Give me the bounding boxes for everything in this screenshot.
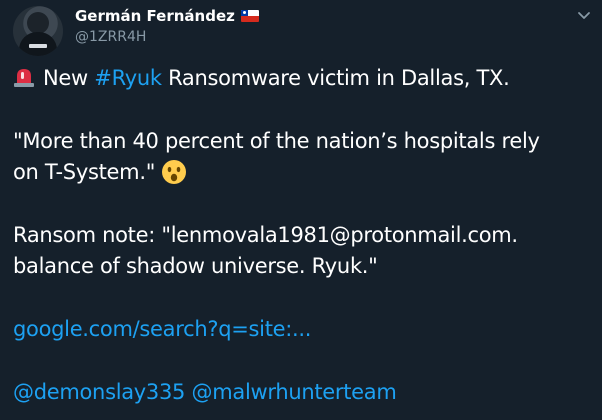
siren-emoji-icon [14,69,34,87]
user-display-name-text: Germán Fernández [75,7,235,25]
avatar[interactable] [13,6,63,56]
tweet-quote-line-2: on T-System." [13,157,598,188]
hashtag-ryuk-link[interactable]: #Ryuk [94,66,162,90]
chile-flag-icon [240,10,259,22]
tweet-headline-rest: Ransomware victim in Dallas, TX. [161,66,510,90]
user-handle[interactable]: @1ZRR4H [75,29,146,45]
tweet-quote-line-2-text: on T-System." [13,160,156,184]
chevron-down-icon[interactable] [576,10,592,22]
user-display-name[interactable]: Germán Fernández [75,7,259,25]
tweet-note-line-2: balance of shadow universe. Ryuk." [13,254,378,278]
tweet-mentions-line: @demonslay335 @malwrhunterteam [13,377,598,408]
tweet-text: New #Ryuk Ransomware victim in Dallas, T… [13,63,598,408]
tweet-note-line-1: Ransom note: "lenmovala1981@protonmail.c… [13,223,518,247]
tweet-line-headline: New #Ryuk Ransomware victim in Dallas, T… [13,63,598,94]
surprised-face-emoji-icon [162,160,187,184]
tweet-link-line: google.com/search?q=site:... [13,314,598,345]
avatar-badge-shape [29,44,47,48]
tweet-card: Germán Fernández @1ZRR4H New #Ryuk Ranso… [0,0,602,420]
mention-demonslay335-link[interactable]: @demonslay335 [13,380,185,404]
mention-malwrhunterteam-link[interactable]: @malwrhunterteam [192,380,397,404]
tweet-quote-line-1: "More than 40 percent of the nation’s ho… [13,129,540,153]
google-search-link[interactable]: google.com/search?q=site:... [13,317,311,341]
avatar-head-shape [27,12,49,34]
tweet-headline-text: New [43,66,95,90]
